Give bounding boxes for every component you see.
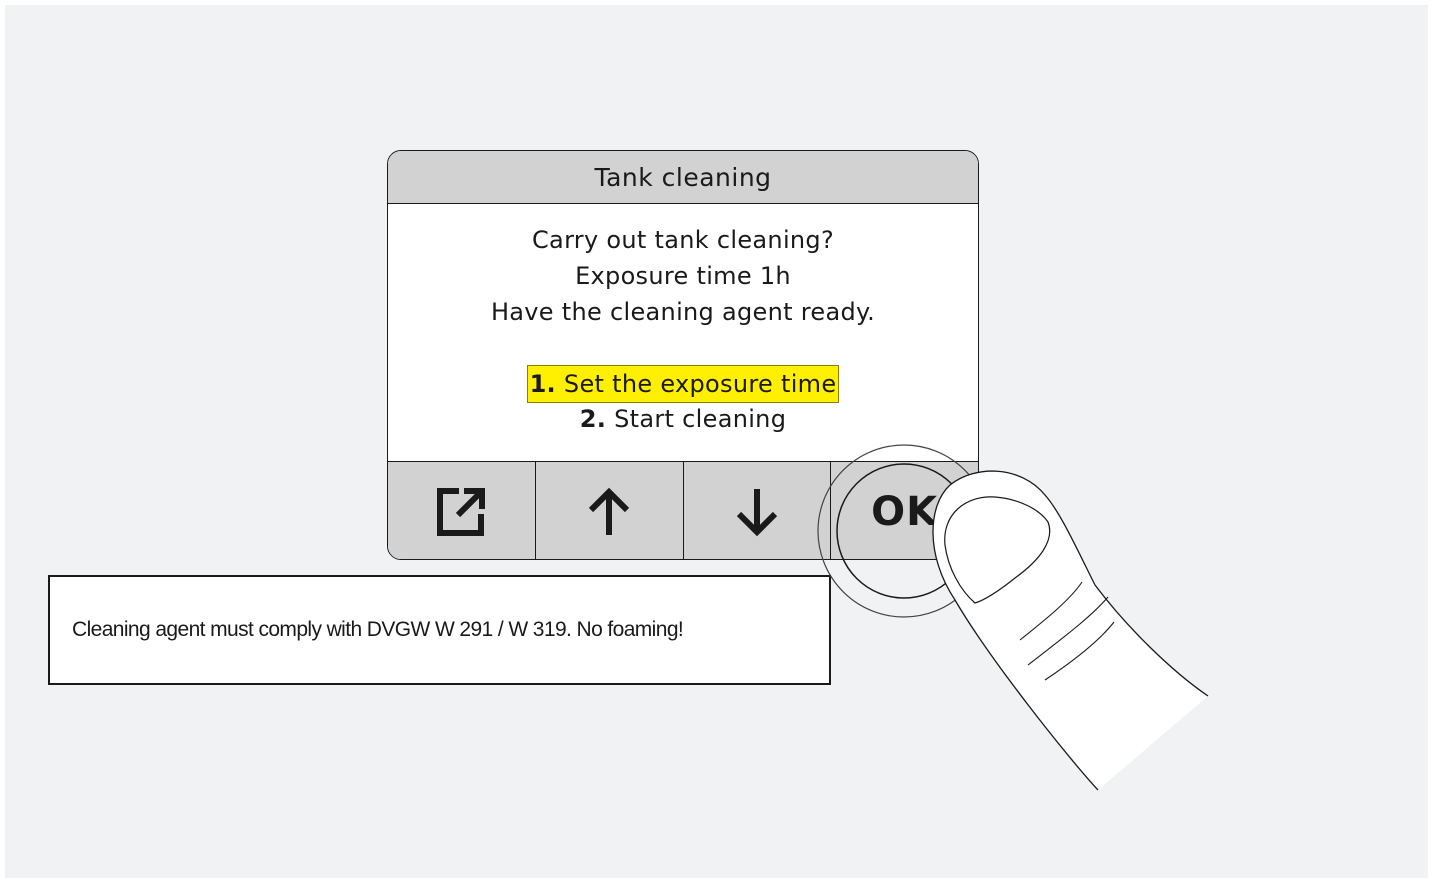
option-number: 1. [529,370,556,398]
cleaning-agent-note: Cleaning agent must comply with DVGW W 2… [48,575,831,685]
down-button[interactable] [684,462,832,559]
option-label: Set the exposure time [563,370,837,398]
option-label: Start cleaning [614,405,787,433]
exit-button[interactable] [388,462,536,559]
screen-content: Carry out tank cleaning? Exposure time 1… [388,204,978,461]
ok-label: OK [871,488,939,535]
control-panel-display: Tank cleaning Carry out tank cleaning? E… [387,150,979,560]
arrow-up-icon [589,487,630,535]
menu-option-start-cleaning[interactable]: 2. Start cleaning [388,401,978,437]
selected-option-highlight: 1. Set the exposure time [526,365,840,403]
option-number: 2. [579,405,607,433]
message-line-1: Carry out tank cleaning? [532,226,834,254]
arrow-down-icon [736,488,777,536]
ok-button[interactable]: OK [831,462,978,559]
exit-icon [437,487,486,536]
message-line-2: Exposure time 1h [575,262,791,290]
note-text: Cleaning agent must comply with DVGW W 2… [72,618,684,641]
message-line-3: Have the cleaning agent ready. [490,298,876,326]
menu-option-set-exposure-time[interactable]: 1. Set the exposure time [388,365,978,403]
softkey-bar: OK [388,461,978,559]
up-button[interactable] [536,462,684,559]
screen-title: Tank cleaning [388,151,978,204]
